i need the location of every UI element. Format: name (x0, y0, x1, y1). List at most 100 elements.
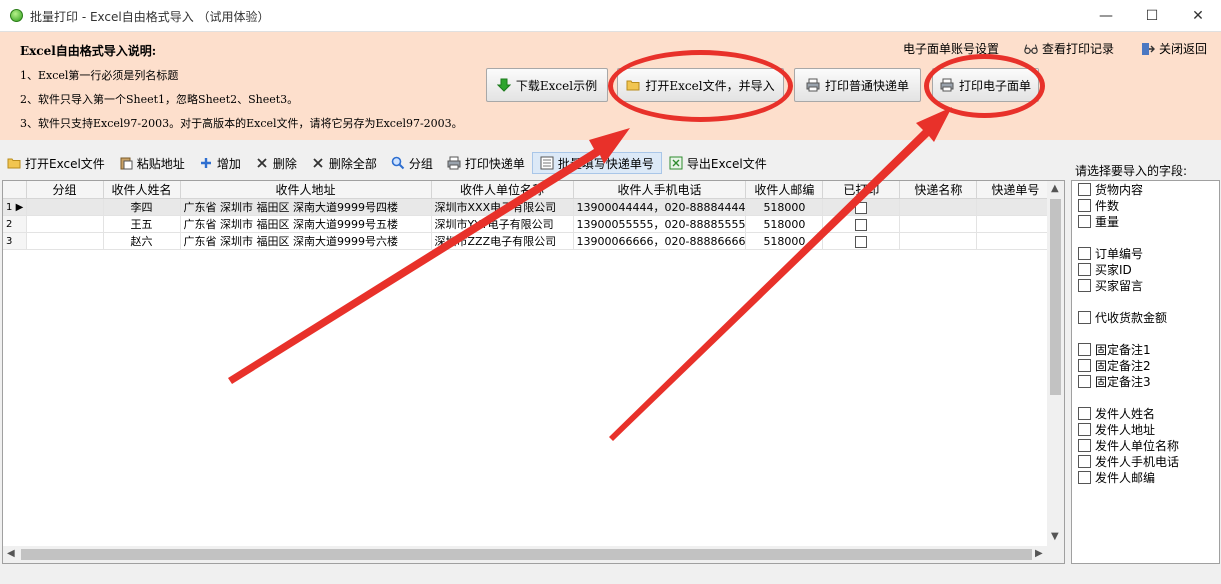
cell-printed[interactable] (822, 215, 901, 233)
cell-company[interactable]: 深圳市YYY电子有限公司 (431, 215, 574, 233)
cell-name[interactable]: 李四 (103, 198, 181, 216)
cell-express[interactable] (899, 198, 978, 216)
column-header[interactable]: 已打印 (822, 181, 901, 199)
delete-all-button[interactable]: 删除全部 (304, 152, 384, 174)
table-row[interactable]: 2 王五 广东省 深圳市 福田区 深南大道9999号五楼 深圳市YYY电子有限公… (3, 215, 1055, 233)
batch-fill-tracking-button[interactable]: 批量填写快递单号 (531, 152, 662, 174)
field-checkbox[interactable] (1078, 407, 1091, 420)
field-checkbox[interactable] (1078, 471, 1091, 484)
group-button[interactable]: 分组 (384, 152, 440, 174)
table-row[interactable]: 1 ▶ 李四 广东省 深圳市 福田区 深南大道9999号四楼 深圳市XXX电子有… (3, 198, 1055, 216)
field-checkbox-item[interactable]: 发件人姓名 (1078, 405, 1155, 422)
column-header[interactable]: 快递名称 (899, 181, 978, 199)
cell-zip[interactable]: 518000 (745, 198, 824, 216)
column-header[interactable]: 快递单号 (976, 181, 1055, 199)
horizontal-scrollbar[interactable]: ◀ ▶ (3, 546, 1064, 563)
close-back-link[interactable]: 关闭返回 (1141, 40, 1207, 57)
field-checkbox-item[interactable]: 发件人地址 (1078, 421, 1155, 438)
field-checkbox[interactable] (1078, 247, 1091, 260)
vertical-scrollbar[interactable]: ▲ ▼ (1047, 181, 1064, 547)
add-button[interactable]: 增加 (192, 152, 248, 174)
field-checkbox[interactable] (1078, 311, 1091, 324)
field-checkbox[interactable] (1078, 263, 1091, 276)
field-checkbox-item[interactable]: 买家ID (1078, 261, 1132, 278)
cell-printed[interactable] (822, 198, 901, 216)
maximize-button[interactable]: ☐ (1129, 0, 1175, 32)
column-header[interactable]: 收件人地址 (180, 181, 432, 199)
cell-group[interactable] (26, 232, 104, 250)
cell-name[interactable]: 王五 (103, 215, 181, 233)
scroll-left-icon[interactable]: ◀ (7, 548, 15, 559)
field-checkbox[interactable] (1078, 343, 1091, 356)
cell-phone[interactable]: 13900055555，020-88885555 (573, 215, 747, 233)
scroll-up-icon[interactable]: ▲ (1051, 183, 1059, 194)
field-checkbox[interactable] (1078, 439, 1091, 452)
cell-phone[interactable]: 13900066666，020-88886666 (573, 232, 747, 250)
cell-printed[interactable] (822, 232, 901, 250)
cell-express[interactable] (899, 232, 978, 250)
cell-address[interactable]: 广东省 深圳市 福田区 深南大道9999号六楼 (180, 232, 432, 250)
field-checkbox-item[interactable]: 发件人单位名称 (1078, 437, 1179, 454)
field-checkbox[interactable] (1078, 183, 1091, 196)
cell-address[interactable]: 广东省 深圳市 福田区 深南大道9999号四楼 (180, 198, 432, 216)
paste-address-button[interactable]: 粘贴地址 (112, 152, 192, 174)
open-excel-button[interactable]: 打开Excel文件 (0, 152, 112, 174)
column-header[interactable]: 收件人手机电话 (573, 181, 747, 199)
print-normal-button[interactable]: 打印普通快递单 (794, 68, 921, 102)
field-checkbox[interactable] (1078, 423, 1091, 436)
field-checkbox-item[interactable]: 发件人邮编 (1078, 469, 1155, 486)
field-checkbox[interactable] (1078, 359, 1091, 372)
cell-tracking[interactable] (976, 232, 1055, 250)
cell-company[interactable]: 深圳市XXX电子有限公司 (431, 198, 574, 216)
printed-checkbox[interactable] (855, 218, 868, 231)
row-number[interactable]: 1 ▶ (3, 198, 27, 216)
field-checkbox[interactable] (1078, 199, 1091, 212)
field-checkbox[interactable] (1078, 375, 1091, 388)
vertical-scroll-thumb[interactable] (1050, 199, 1061, 395)
cell-phone[interactable]: 13900044444，020-88884444 (573, 198, 747, 216)
field-checkbox-item[interactable]: 件数 (1078, 197, 1119, 214)
field-checkbox-item[interactable]: 固定备注2 (1078, 357, 1151, 374)
field-checkbox-item[interactable]: 订单编号 (1078, 245, 1143, 262)
cell-address[interactable]: 广东省 深圳市 福田区 深南大道9999号五楼 (180, 215, 432, 233)
delete-button[interactable]: 删除 (248, 152, 304, 174)
cell-company[interactable]: 深圳市ZZZ电子有限公司 (431, 232, 574, 250)
cell-name[interactable]: 赵六 (103, 232, 181, 250)
print-express-button[interactable]: 打印快递单 (440, 152, 532, 174)
scroll-down-icon[interactable]: ▼ (1051, 531, 1059, 542)
field-checkbox[interactable] (1078, 279, 1091, 292)
field-checkbox[interactable] (1078, 215, 1091, 228)
row-number[interactable]: 3 (3, 232, 27, 250)
cell-express[interactable] (899, 215, 978, 233)
table-row[interactable]: 3 赵六 广东省 深圳市 福田区 深南大道9999号六楼 深圳市ZZZ电子有限公… (3, 232, 1055, 250)
print-electronic-button[interactable]: 打印电子面单 (932, 68, 1039, 102)
cell-group[interactable] (26, 198, 104, 216)
printed-checkbox[interactable] (855, 235, 868, 248)
field-checkbox-item[interactable]: 代收货款金额 (1078, 309, 1167, 326)
export-excel-button[interactable]: 导出Excel文件 (662, 152, 774, 174)
minimize-button[interactable]: — (1083, 0, 1129, 32)
close-button[interactable]: ✕ (1175, 0, 1221, 32)
scroll-right-icon[interactable]: ▶ (1035, 548, 1043, 559)
field-checkbox[interactable] (1078, 455, 1091, 468)
column-header[interactable]: 收件人单位名称 (431, 181, 574, 199)
column-header[interactable]: 收件人姓名 (103, 181, 181, 199)
field-checkbox-item[interactable]: 固定备注1 (1078, 341, 1151, 358)
field-checkbox-item[interactable]: 买家留言 (1078, 277, 1143, 294)
horizontal-scroll-thumb[interactable] (21, 549, 1032, 560)
column-header[interactable]: 收件人邮编 (745, 181, 824, 199)
field-checkbox-item[interactable]: 货物内容 (1078, 181, 1143, 198)
field-checkbox-item[interactable]: 重量 (1078, 213, 1119, 230)
cell-zip[interactable]: 518000 (745, 232, 824, 250)
data-grid[interactable]: 分组 收件人姓名 收件人地址 收件人单位名称 收件人手机电话 收件人邮编 已打印… (2, 180, 1065, 564)
cell-tracking[interactable] (976, 198, 1055, 216)
open-import-button[interactable]: 打开Excel文件，并导入 (617, 68, 784, 102)
cell-group[interactable] (26, 215, 104, 233)
row-number[interactable]: 2 (3, 215, 27, 233)
field-checkbox-item[interactable]: 发件人手机电话 (1078, 453, 1179, 470)
cell-zip[interactable]: 518000 (745, 215, 824, 233)
printed-checkbox[interactable] (855, 201, 868, 214)
download-sample-button[interactable]: 下载Excel示例 (486, 68, 608, 102)
account-settings-link[interactable]: 电子面单账号设置 (903, 40, 999, 57)
field-checkbox-item[interactable]: 固定备注3 (1078, 373, 1151, 390)
